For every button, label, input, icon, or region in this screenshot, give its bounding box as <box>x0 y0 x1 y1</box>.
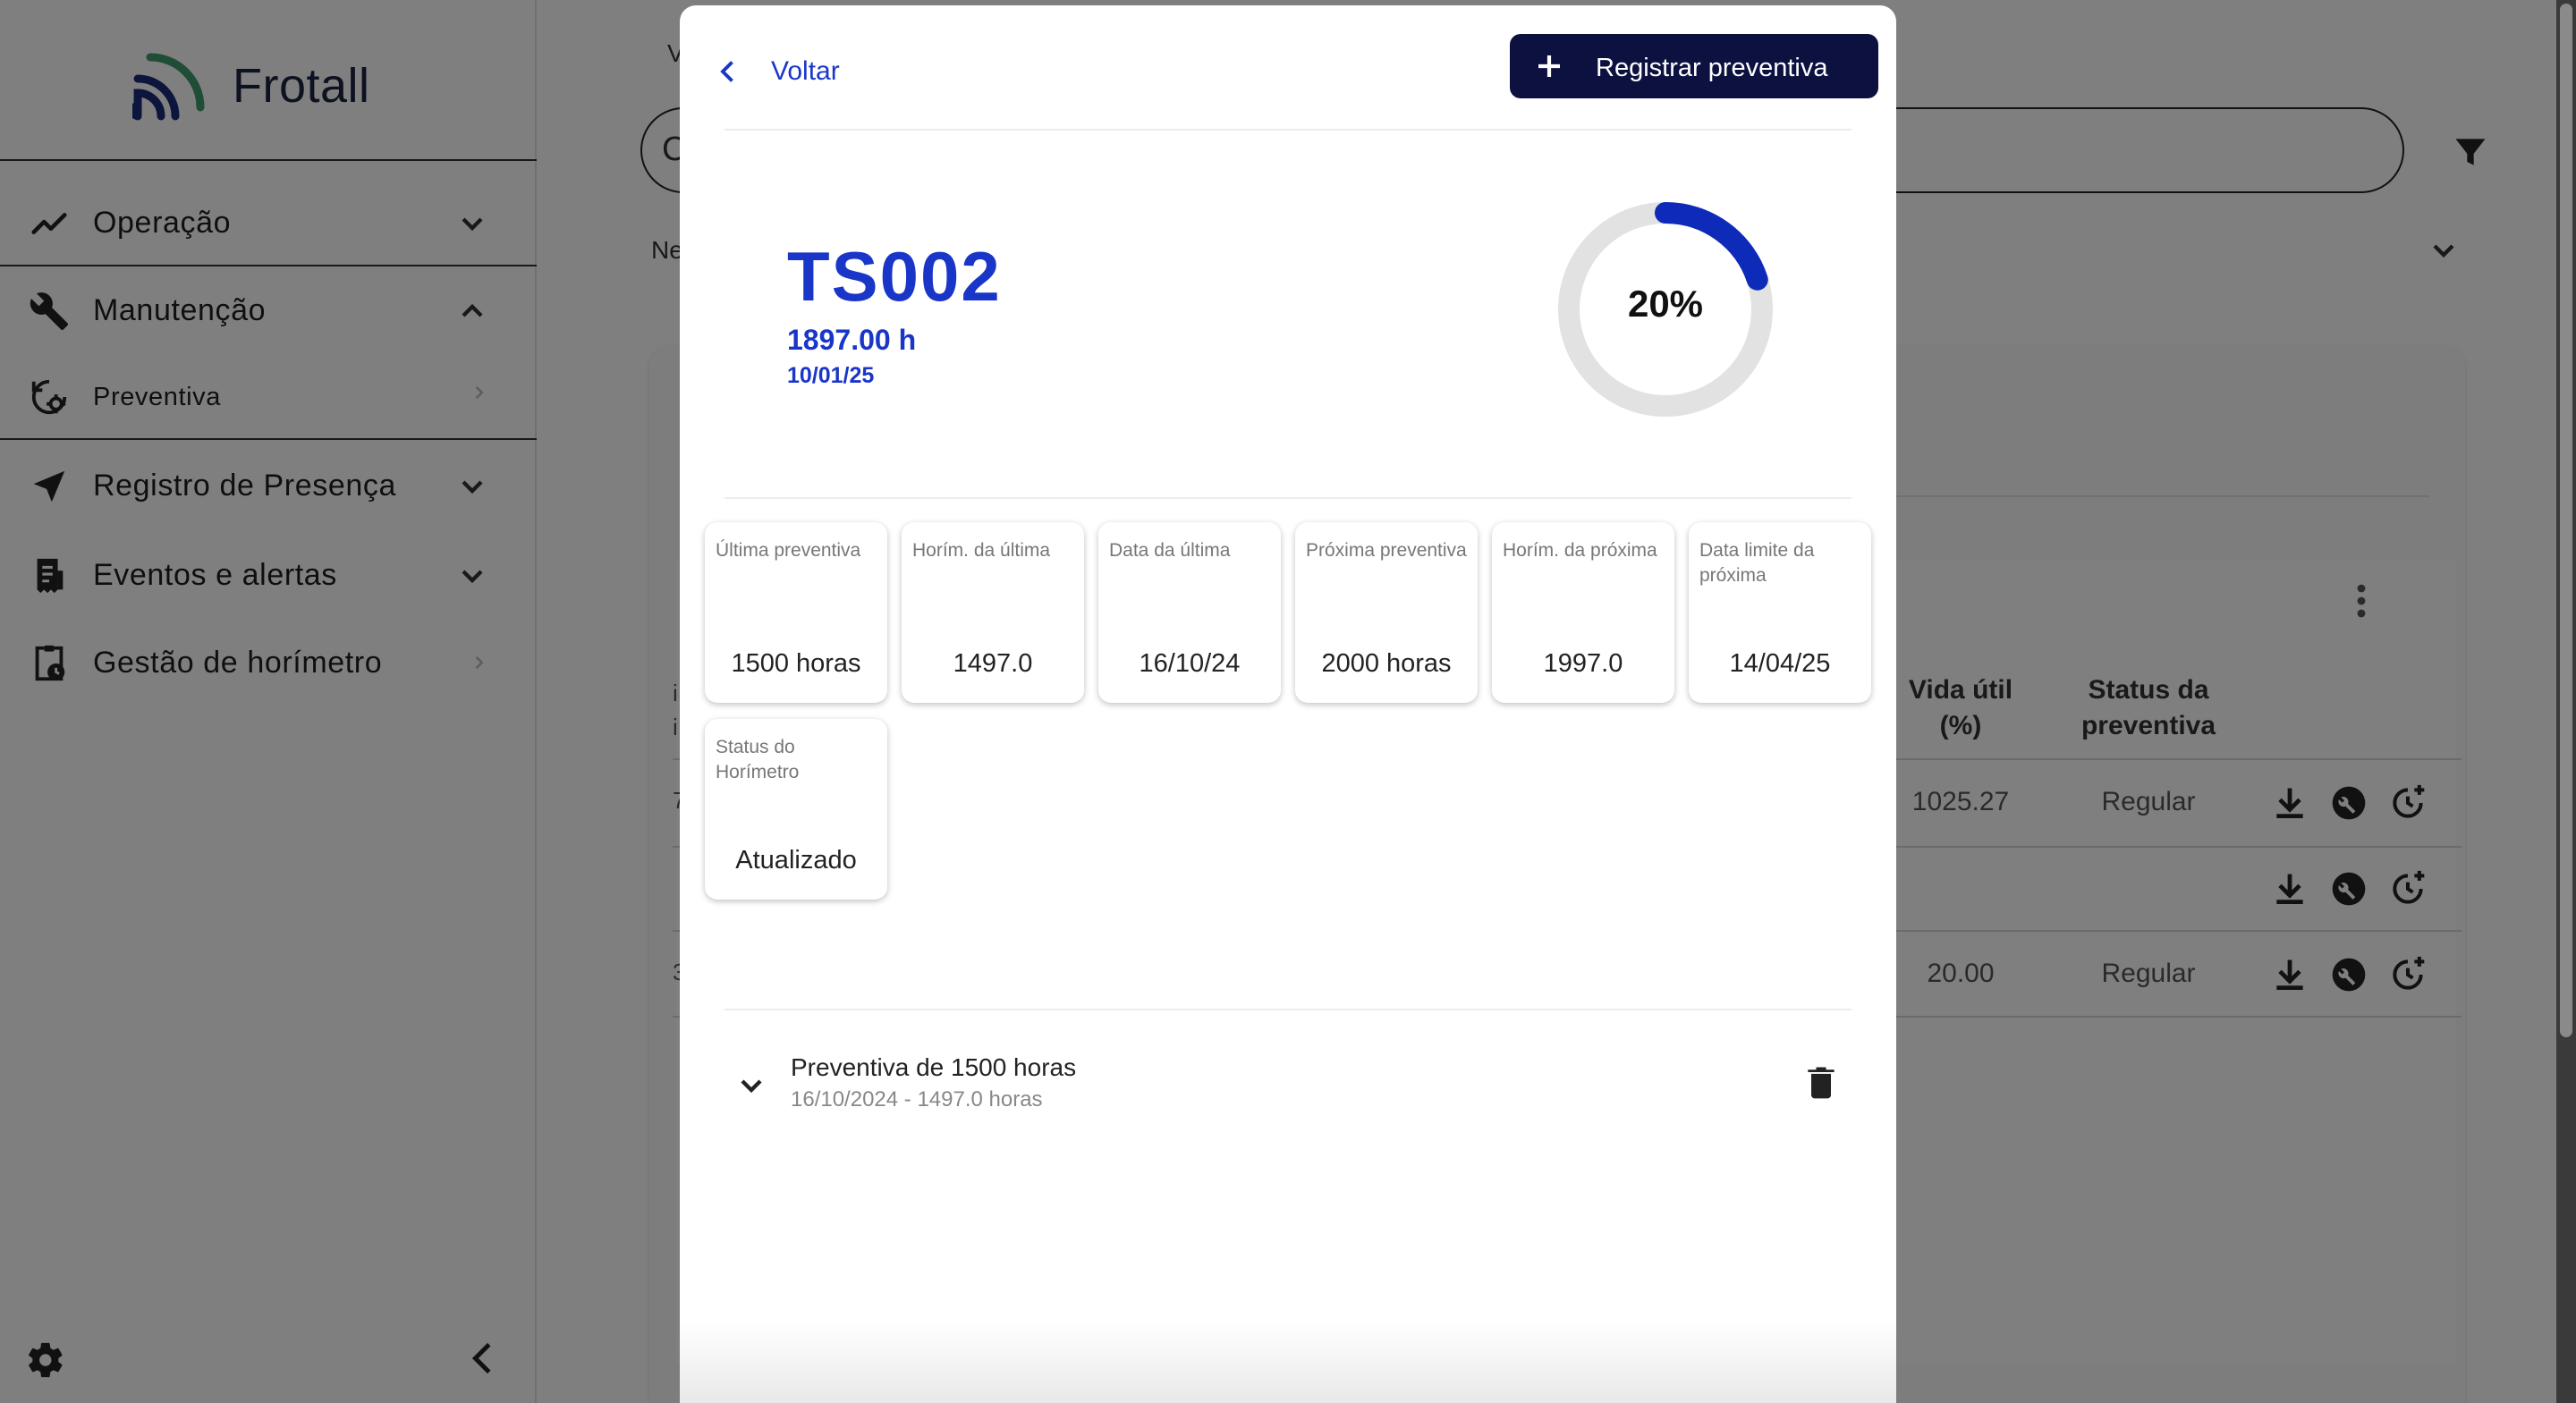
asset-id: TS002 <box>787 237 1002 316</box>
stat-card-horim-proxima: Horím. da próxima 1997.0 <box>1492 522 1674 703</box>
delete-trash-icon[interactable] <box>1801 1061 1841 1103</box>
register-preventive-label: Registrar preventiva <box>1596 54 1828 82</box>
history-item-title: Preventiva de 1500 horas <box>791 1053 1077 1081</box>
preventive-detail-modal: Voltar Registrar preventiva TS002 1897.0… <box>680 5 1896 1403</box>
stat-card-data-limite: Data limite da próxima 14/04/25 <box>1689 522 1871 703</box>
back-button[interactable]: Voltar <box>712 50 840 93</box>
stat-card-ultima-preventiva: Última preventiva 1500 horas <box>705 522 887 703</box>
scrollbar[interactable] <box>2556 0 2576 1403</box>
stat-title: Data limite da próxima <box>1699 540 1815 586</box>
stat-title: Horím. da última <box>912 540 1051 561</box>
chevron-left-icon <box>720 61 733 82</box>
history-item[interactable]: Preventiva de 1500 horas 16/10/2024 - 14… <box>724 1046 1852 1136</box>
stat-card-horim-ultima: Horím. da última 1497.0 <box>902 522 1084 703</box>
stat-value: 1500 horas <box>731 649 861 678</box>
stat-card-data-ultima: Data da última 16/10/24 <box>1098 522 1281 703</box>
register-preventive-button[interactable]: Registrar preventiva <box>1510 34 1878 98</box>
scrollbar-thumb[interactable] <box>2560 4 2572 1037</box>
divider <box>724 129 1852 131</box>
asset-date: 10/01/25 <box>787 363 875 388</box>
plus-icon <box>1538 55 1560 77</box>
back-button-label: Voltar <box>771 56 840 86</box>
stat-card-proxima-preventiva: Próxima preventiva 2000 horas <box>1295 522 1478 703</box>
stat-value: 2000 horas <box>1321 649 1452 678</box>
asset-hours: 1897.00 h <box>787 324 917 356</box>
stat-value: 16/10/24 <box>1139 649 1241 678</box>
history-item-subtitle: 16/10/2024 - 1497.0 horas <box>791 1087 1043 1111</box>
progress-percent: 20% <box>1627 283 1704 325</box>
divider <box>724 1009 1852 1010</box>
stat-value: 1997.0 <box>1543 649 1623 678</box>
modal-bottom-fade <box>680 1323 1896 1403</box>
stat-value: Atualizado <box>735 846 857 875</box>
stat-title: Horím. da próxima <box>1503 540 1657 561</box>
stat-title: Status do Horímetro <box>716 737 800 782</box>
divider <box>724 497 1852 499</box>
stat-title: Data da última <box>1109 540 1231 561</box>
stat-card-status-horimetro: Status do Horímetro Atualizado <box>705 719 887 900</box>
stat-title: Última preventiva <box>716 540 861 561</box>
stat-title: Próxima preventiva <box>1306 540 1467 561</box>
stat-value: 1497.0 <box>953 649 1033 678</box>
stat-value: 14/04/25 <box>1729 649 1831 678</box>
expand-chevron-icon[interactable] <box>733 1068 769 1103</box>
